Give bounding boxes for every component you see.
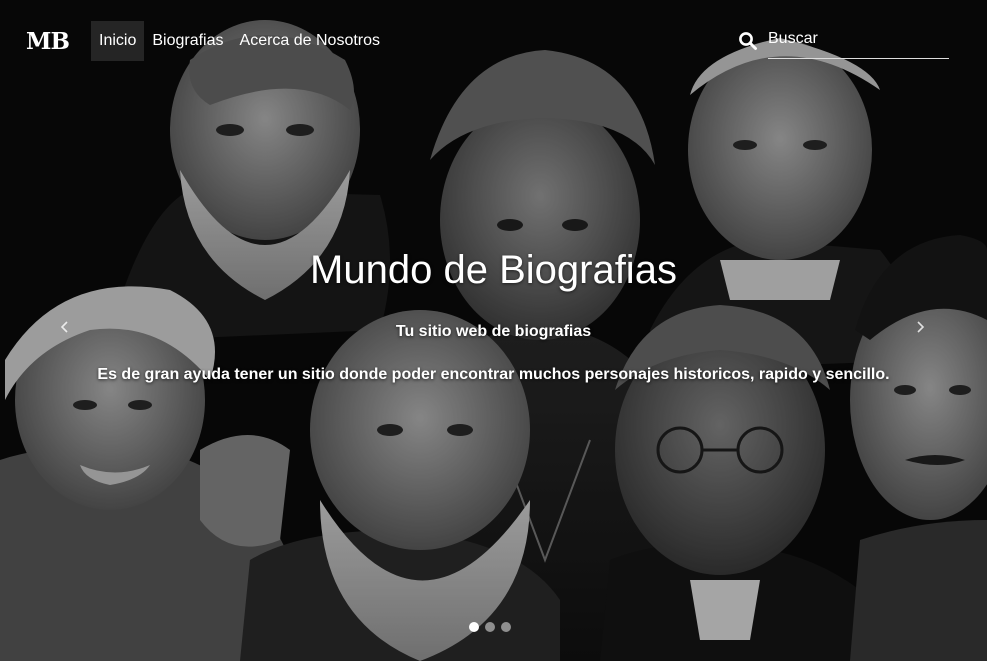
carousel-dot-2[interactable] — [485, 622, 495, 632]
hero-subtitle: Tu sitio web de biografias — [395, 323, 592, 340]
carousel-next-button[interactable] — [905, 312, 935, 342]
navbar: MB Inicio Biografias Acerca de Nosotros — [0, 0, 987, 80]
nav-item-biografias[interactable]: Biografias — [144, 21, 231, 61]
carousel-indicators — [469, 622, 511, 632]
search-input[interactable] — [768, 24, 949, 59]
nav-item-inicio[interactable]: Inicio — [91, 21, 145, 61]
search-bar — [738, 24, 950, 60]
carousel-prev-button[interactable] — [50, 312, 80, 342]
brand-logo[interactable]: MB — [26, 28, 70, 55]
hero-carousel: MB Inicio Biografias Acerca de Nosotros … — [0, 0, 987, 661]
main-nav: Inicio Biografias Acerca de Nosotros — [91, 21, 388, 61]
chevron-left-icon — [60, 321, 68, 333]
chevron-right-icon — [917, 321, 925, 333]
carousel-dot-1[interactable] — [469, 622, 479, 632]
carousel-dot-3[interactable] — [501, 622, 511, 632]
search-icon[interactable] — [738, 31, 758, 51]
hero-description: Es de gran ayuda tener un sitio donde po… — [97, 366, 890, 383]
hero-caption: Mundo de Biografias Tu sitio web de biog… — [0, 248, 987, 384]
hero-title: Mundo de Biografias — [310, 248, 677, 292]
nav-item-acerca-de-nosotros[interactable]: Acerca de Nosotros — [232, 21, 389, 61]
